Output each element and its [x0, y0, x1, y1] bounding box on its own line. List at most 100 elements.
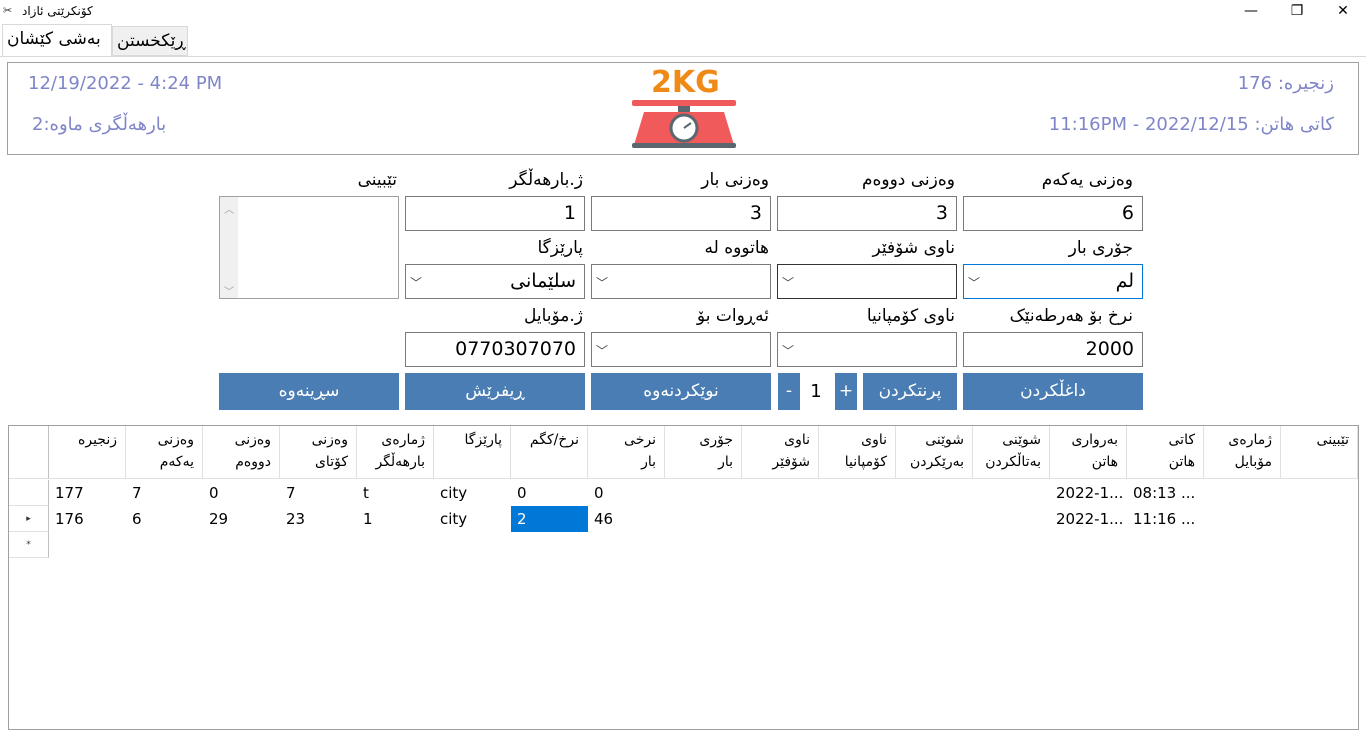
- table-cell[interactable]: [280, 532, 357, 558]
- table-cell[interactable]: 2022-1...: [1050, 506, 1127, 532]
- grid-column-header[interactable]: ژمارەی بارهەڵگر: [357, 426, 434, 479]
- company-name-select[interactable]: ﹀: [777, 332, 957, 367]
- mobile-field[interactable]: 0770307070: [405, 332, 585, 367]
- table-cell[interactable]: [1204, 506, 1281, 532]
- table-cell[interactable]: 2: [511, 506, 588, 532]
- row-header-cell[interactable]: ▸: [9, 506, 49, 532]
- grid-column-header[interactable]: کاتی هاتن: [1127, 426, 1204, 479]
- table-cell[interactable]: [742, 532, 819, 558]
- table-cell[interactable]: [1050, 532, 1127, 558]
- notes-textarea[interactable]: ︿ ﹀: [219, 196, 399, 299]
- table-cell[interactable]: 1: [357, 506, 434, 532]
- table-cell[interactable]: [203, 532, 280, 558]
- grid-column-header[interactable]: وەزنی کۆتای: [280, 426, 357, 479]
- refresh-button[interactable]: نوێکردنەوە: [591, 373, 771, 410]
- grid-column-header[interactable]: نرخی بار: [588, 426, 665, 479]
- table-cell[interactable]: 6: [126, 506, 203, 532]
- table-cell[interactable]: [896, 480, 973, 506]
- delete-button[interactable]: سڕینەوە: [219, 373, 399, 410]
- print-button[interactable]: پرنتکردن: [863, 373, 957, 410]
- came-from-select[interactable]: ﹀: [591, 264, 771, 299]
- table-cell[interactable]: 177: [49, 480, 126, 506]
- tab-settings[interactable]: ڕێکخستن: [112, 26, 188, 56]
- table-cell[interactable]: [1281, 532, 1358, 558]
- maximize-button[interactable]: ❐: [1274, 0, 1320, 22]
- table-cell[interactable]: [49, 532, 126, 558]
- table-cell[interactable]: [973, 480, 1050, 506]
- table-cell[interactable]: 08:13 ...: [1127, 480, 1204, 506]
- table-cell[interactable]: city: [434, 506, 511, 532]
- table-cell[interactable]: [819, 506, 896, 532]
- table-cell[interactable]: [896, 506, 973, 532]
- table-cell[interactable]: [819, 532, 896, 558]
- price-per-unit-field[interactable]: 2000: [963, 332, 1143, 367]
- grid-column-header[interactable]: ژمارەی مۆبایل: [1204, 426, 1281, 479]
- table-cell[interactable]: 0: [588, 480, 665, 506]
- grid-column-header[interactable]: شوێنی بەرێکردن: [896, 426, 973, 479]
- grid-column-header[interactable]: بەرواری هاتن: [1050, 426, 1127, 479]
- table-cell[interactable]: [434, 532, 511, 558]
- table-cell[interactable]: city: [434, 480, 511, 506]
- row-header-cell[interactable]: *: [9, 532, 49, 558]
- province-select[interactable]: ﹀ سلێمانی: [405, 264, 585, 299]
- table-cell[interactable]: [511, 532, 588, 558]
- truck-number-field[interactable]: 1: [405, 196, 585, 231]
- table-row[interactable]: 177 7 0 7 t city 0 0 2022-1... 08:13 ...: [9, 480, 1358, 506]
- grid-column-header[interactable]: زنجیرە: [49, 426, 126, 479]
- table-cell[interactable]: [742, 480, 819, 506]
- table-cell[interactable]: [973, 532, 1050, 558]
- grid-column-header[interactable]: تێبینی: [1281, 426, 1358, 479]
- table-cell[interactable]: [896, 532, 973, 558]
- second-weight-field[interactable]: 3: [777, 196, 957, 231]
- table-cell[interactable]: 23: [280, 506, 357, 532]
- table-cell[interactable]: 11:16 ...: [1127, 506, 1204, 532]
- table-cell[interactable]: 7: [126, 480, 203, 506]
- row-header-cell[interactable]: [9, 480, 49, 506]
- table-row[interactable]: *: [9, 532, 1358, 558]
- edit-button[interactable]: ڕیفرێش: [405, 373, 585, 410]
- tab-weighing[interactable]: بەشی کێشان: [2, 24, 112, 56]
- table-cell[interactable]: 176: [49, 506, 126, 532]
- table-cell[interactable]: [819, 480, 896, 506]
- close-button[interactable]: ✕: [1320, 0, 1366, 22]
- table-cell[interactable]: [1281, 506, 1358, 532]
- grid-column-header[interactable]: شوێنی بەتاڵکردن: [973, 426, 1050, 479]
- table-cell[interactable]: 0: [511, 480, 588, 506]
- enter-button[interactable]: داغڵکردن: [963, 373, 1143, 410]
- table-row[interactable]: ▸ 176 6 29 23 1 city 2 46 2022-1... 11:16 ...: [9, 506, 1358, 532]
- records-grid[interactable]: زنجیرە وەزنی یەکەم وەزنی دووەم وەزنی کۆتای ژ…: [8, 425, 1359, 730]
- table-cell[interactable]: [588, 532, 665, 558]
- table-cell[interactable]: [1204, 532, 1281, 558]
- table-cell[interactable]: [1204, 480, 1281, 506]
- load-weight-field[interactable]: 3: [591, 196, 771, 231]
- table-cell[interactable]: [665, 480, 742, 506]
- table-cell[interactable]: [357, 532, 434, 558]
- decrement-button[interactable]: -: [778, 373, 800, 410]
- load-type-select[interactable]: ﹀ لم: [963, 264, 1143, 299]
- increment-button[interactable]: +: [835, 373, 857, 410]
- grid-column-header[interactable]: ناوی شۆفێر: [742, 426, 819, 479]
- grid-column-header[interactable]: جۆری بار: [665, 426, 742, 479]
- table-cell[interactable]: [665, 532, 742, 558]
- table-cell[interactable]: t: [357, 480, 434, 506]
- table-cell[interactable]: 0: [203, 480, 280, 506]
- table-cell[interactable]: 29: [203, 506, 280, 532]
- notes-scrollbar[interactable]: ︿ ﹀: [220, 197, 238, 298]
- table-cell[interactable]: [665, 506, 742, 532]
- table-cell[interactable]: [1281, 480, 1358, 506]
- table-cell[interactable]: 46: [588, 506, 665, 532]
- grid-column-header[interactable]: وەزنی دووەم: [203, 426, 280, 479]
- sent-to-select[interactable]: ﹀: [591, 332, 771, 367]
- table-cell[interactable]: [742, 506, 819, 532]
- grid-column-header[interactable]: پارێزگا: [434, 426, 511, 479]
- table-cell[interactable]: 7: [280, 480, 357, 506]
- grid-column-header[interactable]: ناوی کۆمپانیا: [819, 426, 896, 479]
- table-cell[interactable]: [973, 506, 1050, 532]
- table-cell[interactable]: [126, 532, 203, 558]
- minimize-button[interactable]: —: [1228, 0, 1274, 22]
- grid-column-header[interactable]: نرخ/کگم: [511, 426, 588, 479]
- driver-name-select[interactable]: ﹀: [777, 264, 957, 299]
- first-weight-field[interactable]: 6: [963, 196, 1143, 231]
- table-cell[interactable]: [1127, 532, 1204, 558]
- grid-column-header[interactable]: وەزنی یەکەم: [126, 426, 203, 479]
